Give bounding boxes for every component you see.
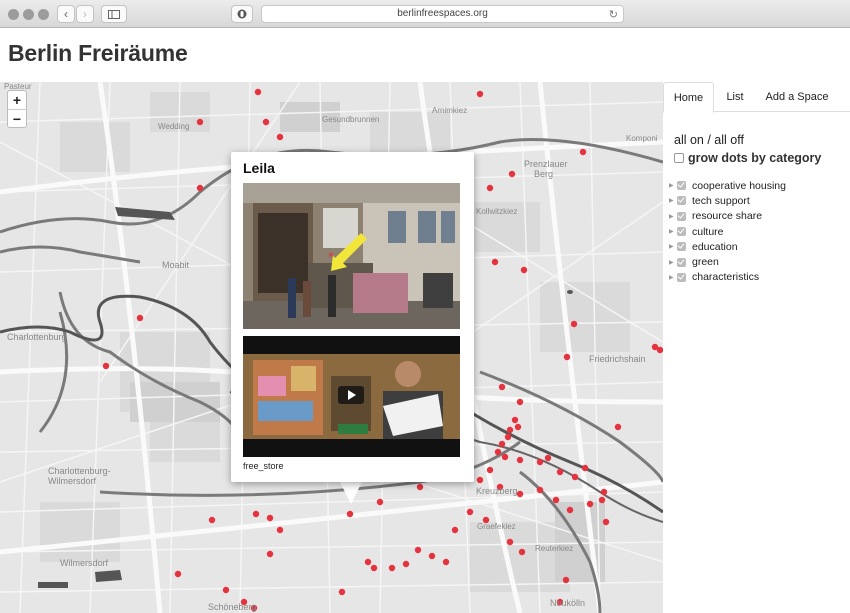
video-player[interactable] — [243, 336, 460, 457]
popup-category: free_store — [243, 461, 284, 471]
category-item-cooperative-housing[interactable]: ▶ cooperative housing — [669, 178, 786, 193]
checkbox-checked[interactable] — [677, 257, 686, 267]
zoom-control: + − — [7, 90, 27, 128]
reload-icon[interactable]: ↻ — [609, 7, 618, 23]
place-label: Graefekiez — [477, 522, 516, 531]
space-popup: Leila * free_store — [231, 152, 474, 482]
place-label: Friedrichshain — [589, 354, 646, 364]
caret-right-icon[interactable]: ▶ — [669, 259, 677, 266]
grow-dots-checkbox[interactable] — [674, 153, 684, 163]
place-label: Arnimkiez — [432, 106, 468, 115]
checkbox-checked[interactable] — [677, 242, 686, 252]
zoom-out-button[interactable]: − — [8, 109, 26, 127]
address-bar[interactable]: berlinfreespaces.org ↻ — [261, 5, 624, 23]
category-item-green[interactable]: ▶ green — [669, 254, 786, 269]
caret-right-icon[interactable]: ▶ — [669, 243, 677, 250]
category-label: cooperative housing — [692, 179, 786, 192]
url-text: berlinfreespaces.org — [397, 8, 488, 19]
place-label: Berg — [534, 169, 554, 179]
checkbox-checked[interactable] — [677, 272, 686, 282]
place-label: Charlottenburg — [7, 332, 67, 342]
sidebar-icon — [108, 9, 120, 19]
checkbox-checked[interactable] — [677, 196, 686, 206]
category-item-culture[interactable]: ▶ culture — [669, 224, 786, 239]
minimize-window-icon[interactable] — [23, 9, 34, 20]
place-label: Kollwitzkiez — [476, 207, 518, 216]
popup-title: Leila — [243, 160, 275, 176]
category-label: characteristics — [692, 271, 760, 284]
tab-bar: Home List Add a Space — [663, 82, 850, 113]
privacy-button[interactable] — [231, 5, 253, 23]
checkbox-checked[interactable] — [677, 211, 686, 221]
category-label: resource share — [692, 210, 763, 223]
caret-right-icon[interactable]: ▶ — [669, 228, 677, 235]
maximize-window-icon[interactable] — [38, 9, 49, 20]
space-photo: * — [243, 183, 460, 329]
category-list: ▶ cooperative housing ▶ tech support ▶ reso… — [669, 178, 786, 285]
place-label: Moabit — [162, 260, 190, 270]
chevron-left-icon: ‹ — [64, 7, 68, 21]
category-label: green — [692, 256, 719, 269]
grow-dots-label: grow dots by category — [688, 151, 822, 165]
shield-icon — [237, 9, 247, 19]
checkbox-checked[interactable] — [677, 227, 686, 237]
category-item-resource-share[interactable]: ▶ resource share — [669, 209, 786, 224]
back-button[interactable]: ‹ — [57, 5, 75, 23]
category-label: tech support — [692, 194, 750, 207]
caret-right-icon[interactable]: ▶ — [669, 274, 677, 281]
forward-button[interactable]: › — [76, 5, 94, 23]
sidebar: Home List Add a Space all on / all off g… — [663, 82, 850, 613]
place-label: Wedding — [158, 122, 190, 131]
category-label: culture — [692, 225, 724, 238]
category-item-characteristics[interactable]: ▶ characteristics — [669, 270, 786, 285]
all-on-off-link[interactable]: all on / all off — [674, 133, 744, 147]
caret-right-icon[interactable]: ▶ — [669, 197, 677, 204]
checkbox-checked[interactable] — [677, 181, 686, 191]
category-item-education[interactable]: ▶ education — [669, 239, 786, 254]
page-title: Berlin Freiräume — [8, 40, 188, 66]
tab-list[interactable]: List — [719, 82, 751, 112]
place-label: Gesundbrunnen — [322, 115, 380, 124]
close-window-icon[interactable] — [8, 9, 19, 20]
category-item-tech-support[interactable]: ▶ tech support — [669, 193, 786, 208]
svg-text:*: * — [328, 250, 334, 264]
zoom-in-button[interactable]: + — [8, 91, 26, 109]
place-label: Charlottenburg- — [48, 466, 111, 476]
chevron-right-icon: › — [83, 7, 87, 21]
caret-right-icon[interactable]: ▶ — [669, 213, 677, 220]
place-label: Wilmersdorf — [60, 558, 109, 568]
category-label: education — [692, 240, 738, 253]
play-icon[interactable] — [338, 386, 364, 404]
tab-home[interactable]: Home — [663, 82, 714, 113]
place-label: Wilmersdorf — [48, 476, 97, 486]
popup-tip — [339, 480, 363, 504]
place-label: Prenzlauer — [524, 159, 568, 169]
place-label: Komponi — [626, 134, 658, 143]
place-label: Schöneberg — [208, 602, 257, 612]
sidebar-toggle-button[interactable] — [101, 5, 127, 23]
place-label: Reuterkiez — [535, 544, 574, 553]
grow-dots-toggle[interactable]: grow dots by category — [674, 151, 821, 165]
browser-toolbar: ‹ › berlinfreespaces.org ↻ — [0, 0, 850, 28]
place-label: Neukölln — [550, 598, 586, 608]
caret-right-icon[interactable]: ▶ — [669, 182, 677, 189]
place-label: Kreuzberg — [476, 486, 518, 496]
tab-add-space[interactable]: Add a Space — [762, 82, 832, 112]
